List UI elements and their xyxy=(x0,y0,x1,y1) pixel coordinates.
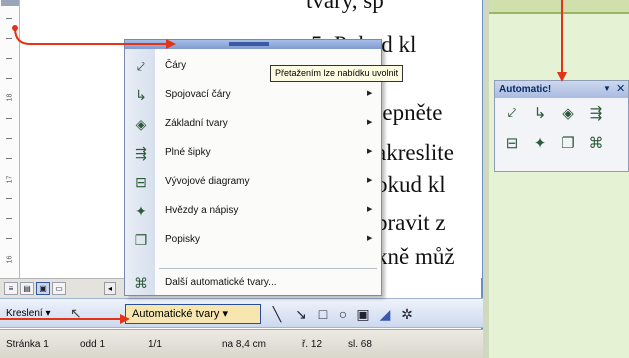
chevron-down-icon[interactable]: ▼ xyxy=(603,84,611,93)
drawing-toolbar: Kreslení ▾ ↖ Automatické tvary ▾ ╲ ↘ □ ○… xyxy=(0,298,483,328)
ruler-number: 17 xyxy=(6,175,14,184)
document-text-line: tvary, sp xyxy=(306,0,384,13)
close-icon[interactable]: ✕ xyxy=(616,82,625,95)
flowchart-icon: ⊟ xyxy=(135,174,147,190)
document-text-line: pravit z xyxy=(376,210,446,235)
stars-banners-icon: ✦ xyxy=(135,203,147,219)
arrow-icon[interactable]: ↘ xyxy=(292,305,310,323)
menu-item-label: Další automatické tvary... xyxy=(165,277,277,288)
callouts-icon[interactable]: ❐ xyxy=(557,133,579,155)
menu-item-callouts[interactable]: ❐ Popisky ▶ xyxy=(125,226,381,253)
document-text-line: kně můž xyxy=(376,244,455,269)
menu-item-connectors[interactable]: ↳ Spojovací čáry ▶ xyxy=(125,81,381,108)
normal-view-button[interactable]: ≡ xyxy=(4,282,18,295)
status-column: sl. 68 xyxy=(348,339,372,350)
status-line: ř. 12 xyxy=(302,339,323,350)
submenu-arrow-icon: ▶ xyxy=(367,90,373,97)
connectors-icon: ↳ xyxy=(135,87,147,103)
diagram-icon[interactable]: ✲ xyxy=(398,305,416,323)
ruler-number: 16 xyxy=(6,255,14,264)
lines-icon: ⤦ xyxy=(137,58,145,74)
menu-item-label: Čáry xyxy=(165,60,187,71)
flowchart-icon[interactable]: ⊟ xyxy=(501,133,523,155)
menu-item-stars-banners[interactable]: ✦ Hvězdy a nápisy ▶ xyxy=(125,197,381,224)
window-edge xyxy=(483,0,489,358)
menu-item-label: Základní tvary xyxy=(165,118,228,129)
palette-title-bar[interactable]: Automatic! ▼ ✕ xyxy=(495,81,628,98)
menu-item-label: Vývojové diagramy xyxy=(165,176,250,187)
menu-item-label: Plné šipky xyxy=(165,147,211,158)
view-buttons-bar: ≡ ▤ ▣ ▭ ◂ xyxy=(0,278,126,298)
lines-icon[interactable]: ⤦ xyxy=(501,103,523,125)
submenu-arrow-icon: ▶ xyxy=(367,235,373,242)
outline-view-button[interactable]: ▭ xyxy=(52,282,66,295)
submenu-arrow-icon: ▶ xyxy=(367,206,373,213)
submenu-arrow-icon: ▶ xyxy=(367,119,373,126)
tooltip: Přetažením lze nabídku uvolnit xyxy=(270,65,404,82)
select-objects-icon[interactable]: ↖ xyxy=(70,305,82,322)
document-text-line: okud kl xyxy=(376,172,446,197)
autoshapes-palette: Automatic! ▼ ✕ ⤦ ↳ ◈ ⇶ ⊟ ✦ ❐ ⌘ xyxy=(494,80,629,172)
menu-drag-handle[interactable] xyxy=(125,40,381,49)
connectors-icon[interactable]: ↳ xyxy=(529,103,551,125)
menu-item-label: Popisky xyxy=(165,234,201,245)
print-layout-button[interactable]: ▣ xyxy=(36,282,50,295)
autoshapes-button[interactable]: Automatické tvary ▾ xyxy=(125,304,261,324)
block-arrows-icon: ⇶ xyxy=(135,145,147,161)
basic-shapes-icon[interactable]: ◈ xyxy=(557,103,579,125)
line-icon[interactable]: ╲ xyxy=(268,305,286,323)
vertical-ruler: 18 17 16 xyxy=(0,0,20,278)
stars-banners-icon[interactable]: ✦ xyxy=(529,133,551,155)
status-page-count: 1/1 xyxy=(148,339,162,350)
menu-item-more-autoshapes[interactable]: ⌘ Další automatické tvary... xyxy=(125,269,381,296)
rectangle-icon[interactable]: □ xyxy=(314,305,332,323)
status-bar: Stránka 1 odd 1 1/1 na 8,4 cm ř. 12 sl. … xyxy=(0,329,483,358)
palette-title: Automatic! xyxy=(499,84,552,95)
submenu-arrow-icon: ▶ xyxy=(367,177,373,184)
wordart-icon[interactable]: ◢ xyxy=(376,305,394,323)
menu-item-block-arrows[interactable]: ⇶ Plné šipky ▶ xyxy=(125,139,381,166)
oval-icon[interactable]: ○ xyxy=(334,305,352,323)
ruler-number: 18 xyxy=(6,93,14,102)
more-autoshapes-icon: ⌘ xyxy=(134,275,148,291)
textbox-icon[interactable]: ▣ xyxy=(354,305,372,323)
document-text-line: lepněte xyxy=(376,100,443,125)
menu-item-label: Spojovací čáry xyxy=(165,89,231,100)
menu-item-basic-shapes[interactable]: ◈ Základní tvary ▶ xyxy=(125,110,381,137)
block-arrows-icon[interactable]: ⇶ xyxy=(585,103,607,125)
document-text-line: akreslite xyxy=(376,140,454,165)
callouts-icon: ❐ xyxy=(134,232,148,248)
status-page: Stránka 1 xyxy=(6,339,49,350)
menu-item-label: Hvězdy a nápisy xyxy=(165,205,239,216)
submenu-arrow-icon: ▶ xyxy=(367,148,373,155)
status-position: na 8,4 cm xyxy=(222,339,266,350)
status-section: odd 1 xyxy=(80,339,106,350)
menu-item-flowchart[interactable]: ⊟ Vývojové diagramy ▶ xyxy=(125,168,381,195)
basic-shapes-icon: ◈ xyxy=(135,116,147,132)
draw-menu-button[interactable]: Kreslení ▾ xyxy=(6,308,50,319)
scroll-left-button[interactable]: ◂ xyxy=(104,282,116,295)
more-autoshapes-icon[interactable]: ⌘ xyxy=(585,133,607,155)
web-layout-button[interactable]: ▤ xyxy=(20,282,34,295)
